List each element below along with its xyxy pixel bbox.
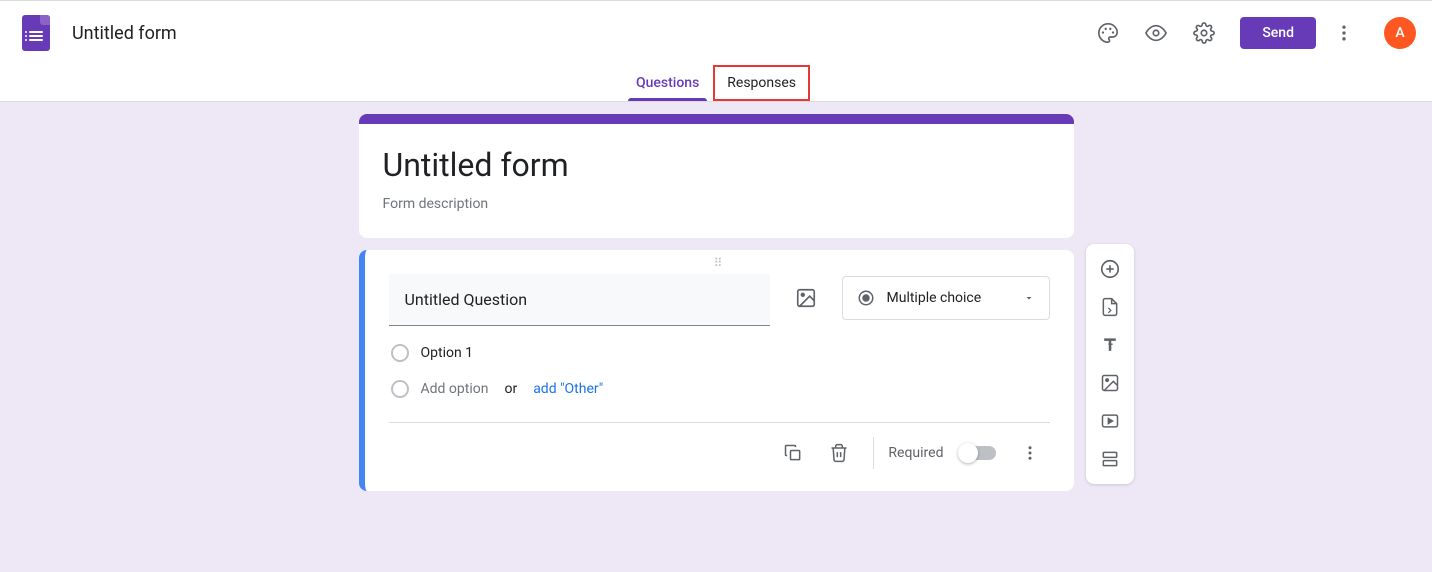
option-text[interactable]: Option 1 bbox=[421, 345, 474, 361]
settings-button[interactable] bbox=[1184, 13, 1224, 53]
question-type-selector[interactable]: Multiple choice bbox=[842, 276, 1050, 320]
more-vertical-icon bbox=[1334, 23, 1354, 43]
duplicate-button[interactable] bbox=[773, 433, 813, 473]
more-button[interactable] bbox=[1324, 13, 1364, 53]
forms-logo[interactable] bbox=[16, 13, 56, 53]
account-avatar[interactable]: A bbox=[1384, 17, 1416, 49]
image-icon bbox=[795, 287, 817, 309]
add-option-button[interactable]: Add option bbox=[421, 381, 489, 397]
more-vertical-icon bbox=[1021, 444, 1039, 462]
drag-handle-icon[interactable]: ⠿ bbox=[714, 256, 725, 270]
copy-icon bbox=[783, 443, 803, 463]
text-icon bbox=[1100, 335, 1120, 355]
customize-theme-button[interactable] bbox=[1088, 13, 1128, 53]
form-name-input[interactable]: Untitled form bbox=[72, 23, 1088, 44]
image-icon bbox=[1100, 373, 1120, 393]
add-other-button[interactable]: add "Other" bbox=[533, 381, 603, 397]
section-icon bbox=[1100, 449, 1120, 469]
add-section-button[interactable] bbox=[1086, 440, 1134, 478]
palette-icon bbox=[1097, 22, 1119, 44]
radio-icon bbox=[857, 289, 875, 307]
divider bbox=[873, 437, 874, 469]
add-title-button[interactable] bbox=[1086, 326, 1134, 364]
import-questions-button[interactable] bbox=[1086, 288, 1134, 326]
question-title-input[interactable] bbox=[389, 274, 770, 326]
video-icon bbox=[1100, 411, 1120, 431]
question-more-button[interactable] bbox=[1010, 433, 1050, 473]
or-text: or bbox=[504, 381, 517, 397]
gear-icon bbox=[1193, 22, 1215, 44]
tab-responses[interactable]: Responses bbox=[713, 65, 810, 101]
add-question-button[interactable] bbox=[1086, 250, 1134, 288]
form-title-card[interactable]: Untitled form Form description bbox=[359, 114, 1074, 238]
dropdown-arrow-icon bbox=[1023, 292, 1035, 304]
form-description[interactable]: Form description bbox=[383, 196, 1050, 212]
send-button[interactable]: Send bbox=[1240, 17, 1316, 49]
radio-icon bbox=[391, 380, 409, 398]
radio-icon bbox=[391, 344, 409, 362]
required-label: Required bbox=[888, 445, 943, 461]
question-type-label: Multiple choice bbox=[887, 290, 1011, 306]
option-row[interactable]: Option 1 bbox=[389, 344, 1050, 362]
add-video-button[interactable] bbox=[1086, 402, 1134, 440]
eye-icon bbox=[1145, 22, 1167, 44]
form-title[interactable]: Untitled form bbox=[383, 146, 1050, 184]
question-card[interactable]: ⠿ Multiple choice bbox=[359, 250, 1074, 491]
tab-questions[interactable]: Questions bbox=[622, 65, 713, 101]
import-icon bbox=[1100, 297, 1120, 317]
trash-icon bbox=[829, 443, 849, 463]
add-image-button[interactable] bbox=[786, 278, 826, 318]
required-toggle[interactable] bbox=[960, 446, 996, 460]
side-toolbar bbox=[1086, 244, 1134, 484]
add-image-button-toolbar[interactable] bbox=[1086, 364, 1134, 402]
preview-button[interactable] bbox=[1136, 13, 1176, 53]
delete-button[interactable] bbox=[819, 433, 859, 473]
plus-circle-icon bbox=[1099, 258, 1121, 280]
